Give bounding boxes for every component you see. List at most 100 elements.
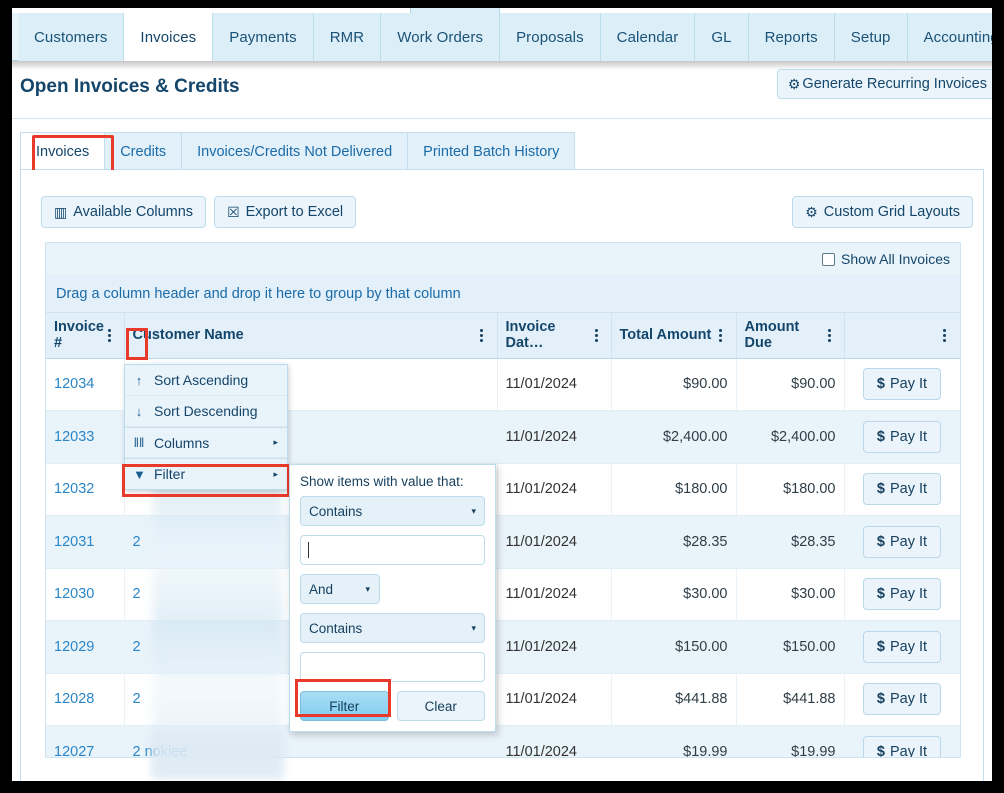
nav-tab-rmr[interactable]: RMR (313, 13, 382, 61)
tab-credits[interactable]: Credits (104, 132, 182, 170)
tab-invoices[interactable]: Invoices (20, 132, 105, 170)
nav-tab-accounting[interactable]: Accounting ▾ (907, 13, 993, 61)
nav-tab-accounting-label: Accounting (923, 28, 993, 46)
cell-invoice-number[interactable]: 12031 (46, 515, 125, 569)
chevron-down-icon: ▾ (471, 622, 476, 633)
column-menu-icon-customer-name[interactable] (475, 327, 489, 344)
available-columns-button[interactable]: ▥ Available Columns (41, 196, 207, 228)
generate-recurring-invoices-button[interactable]: ⚙ Generate Recurring Invoices (776, 69, 992, 99)
column-header-invoice-number[interactable]: Invoice # (46, 313, 125, 359)
column-header-invoice-date-label: Invoice Dat… (505, 319, 556, 352)
cell-invoice-number[interactable]: 12032 (46, 463, 125, 516)
column-header-amount-due[interactable]: Amount Due (736, 313, 845, 359)
invoice-number-link[interactable]: 12031 (54, 534, 94, 550)
table-row[interactable]: 12027 2 noklee 11/01/2024 $19.99 $19.99 $ Pay … (46, 725, 960, 757)
gear-icon: ⚙ (805, 204, 818, 220)
cell-invoice-number[interactable]: 12034 (46, 358, 125, 411)
tab-printed-batch-history-label: Printed Batch History (423, 143, 560, 160)
chevron-down-icon: ▾ (365, 583, 370, 594)
cell-amount-due: $19.99 (736, 725, 845, 757)
pay-it-button[interactable]: $ Pay It (862, 683, 942, 716)
column-header-invoice-number-label: Invoice # (54, 319, 104, 352)
column-header-total-amount[interactable]: Total Amount (611, 313, 737, 359)
show-all-invoices-checkbox[interactable] (822, 252, 836, 266)
invoice-number-link[interactable]: 12029 (54, 639, 94, 655)
pay-it-button[interactable]: $ Pay It (862, 473, 942, 506)
filter-operator-2-select[interactable]: Contains ▾ (300, 613, 485, 643)
menu-item-sort-ascending[interactable]: ↑ Sort Ascending (125, 365, 287, 396)
cell-total-amount: $441.88 (611, 673, 737, 726)
pay-it-label: Pay It (890, 376, 928, 393)
cell-invoice-date: 11/01/2024 (497, 358, 612, 411)
pay-it-button[interactable]: $ Pay It (862, 420, 942, 453)
table-row[interactable]: 12030 2 11/01/2024 $30.00 $30.00 $ Pay It (46, 568, 960, 621)
column-header-customer-name[interactable]: Customer Name (124, 313, 498, 359)
invoice-number-link[interactable]: 12030 (54, 586, 94, 602)
pay-it-button[interactable]: $ Pay It (862, 578, 942, 611)
filter-logic-select[interactable]: And ▾ (300, 574, 380, 604)
group-by-drop-area[interactable]: Drag a column header and drop it here to… (45, 275, 961, 313)
nav-tab-invoices[interactable]: Invoices (124, 13, 214, 61)
filter-value-2-input[interactable] (300, 652, 485, 682)
nav-tab-gl[interactable]: GL (695, 13, 749, 61)
pay-it-button[interactable]: $ Pay It (862, 368, 942, 401)
cell-invoice-number[interactable]: 12030 (46, 568, 125, 621)
dollar-icon: $ (876, 533, 885, 550)
header-row: Invoice # Customer Name Invoice Dat… Tot… (46, 313, 960, 359)
invoice-number-link[interactable]: 12028 (54, 691, 94, 707)
column-header-actions[interactable] (844, 313, 960, 359)
tab-invoices-credits-not-delivered[interactable]: Invoices/Credits Not Delivered (181, 132, 408, 170)
menu-item-sort-descending[interactable]: ↓ Sort Descending (125, 396, 287, 427)
invoice-number-link[interactable]: 12032 (54, 481, 94, 497)
cell-actions: $ Pay It (844, 410, 960, 464)
nav-tab-setup[interactable]: Setup (834, 13, 908, 61)
nav-tab-rmr-label: RMR (329, 28, 365, 46)
table-row[interactable]: 12028 2 11/01/2024 $441.88 $441.88 $ Pay It (46, 673, 960, 726)
filter-operator-1-select[interactable]: Contains ▾ (300, 496, 485, 526)
filter-value-1-input[interactable] (300, 535, 485, 565)
column-menu-icon-invoice-date[interactable] (590, 327, 603, 344)
invoice-number-link[interactable]: 12027 (54, 744, 94, 757)
nav-tab-calendar[interactable]: Calendar (600, 13, 696, 61)
nav-tab-proposals[interactable]: Proposals (500, 13, 601, 61)
nav-tab-customers[interactable]: Customers (18, 13, 125, 61)
column-menu-icon-total-amount[interactable] (714, 327, 728, 344)
cell-invoice-number[interactable]: 12033 (46, 410, 125, 464)
cell-amount-due: $180.00 (736, 463, 845, 516)
table-row[interactable]: 12029 2 11/01/2024 $150.00 $150.00 $ Pay It (46, 620, 960, 674)
filter-popup-buttons: Filter Clear (300, 691, 485, 721)
cell-invoice-number[interactable]: 12029 (46, 620, 125, 674)
tab-credits-label: Credits (120, 143, 167, 160)
cell-invoice-number[interactable]: 12028 (46, 673, 125, 726)
invoice-number-link[interactable]: 12034 (54, 376, 94, 392)
menu-item-columns[interactable]: ‖‖ Columns ▸ (125, 427, 287, 458)
custom-grid-layouts-button[interactable]: ⚙ Custom Grid Layouts (792, 196, 973, 228)
column-menu-icon-amount-due[interactable] (823, 327, 836, 344)
column-menu-icon-actions[interactable] (938, 327, 952, 344)
funnel-icon: ▼ (133, 466, 146, 482)
pay-it-button[interactable]: $ Pay It (862, 735, 942, 757)
export-to-excel-button[interactable]: ☒ Export to Excel (214, 196, 357, 228)
cell-invoice-number[interactable]: 12027 (46, 725, 125, 757)
columns-icon: ‖‖ (133, 435, 145, 450)
nav-tab-reports[interactable]: Reports (748, 13, 835, 61)
filter-clear-button[interactable]: Clear (396, 691, 485, 721)
filter-apply-button[interactable]: Filter (300, 691, 389, 721)
table-row[interactable]: 12031 2 11/01/2024 $28.35 $28.35 $ Pay It (46, 515, 960, 569)
pay-it-button[interactable]: $ Pay It (862, 525, 942, 558)
tab-printed-batch-history[interactable]: Printed Batch History (407, 132, 576, 170)
menu-item-filter[interactable]: ▼ Filter ▸ (125, 458, 287, 489)
dollar-icon: $ (876, 428, 885, 445)
pay-it-label: Pay It (890, 533, 928, 550)
cell-total-amount: $90.00 (611, 358, 737, 411)
column-context-menu: ↑ Sort Ascending ↓ Sort Descending ‖‖ Co… (124, 364, 288, 490)
section-tabs: Invoices Credits Invoices/Credits Not De… (20, 132, 576, 170)
nav-tab-payments[interactable]: Payments (213, 13, 314, 61)
nav-tab-setup-label: Setup (850, 28, 891, 46)
invoice-number-link[interactable]: 12033 (54, 429, 94, 445)
column-header-invoice-date[interactable]: Invoice Dat… (497, 313, 612, 359)
column-menu-icon-invoice-number[interactable] (104, 327, 115, 344)
cell-actions: $ Pay It (844, 725, 960, 757)
pay-it-button[interactable]: $ Pay It (862, 630, 942, 663)
nav-tab-work-orders[interactable]: Work Orders (381, 13, 501, 61)
